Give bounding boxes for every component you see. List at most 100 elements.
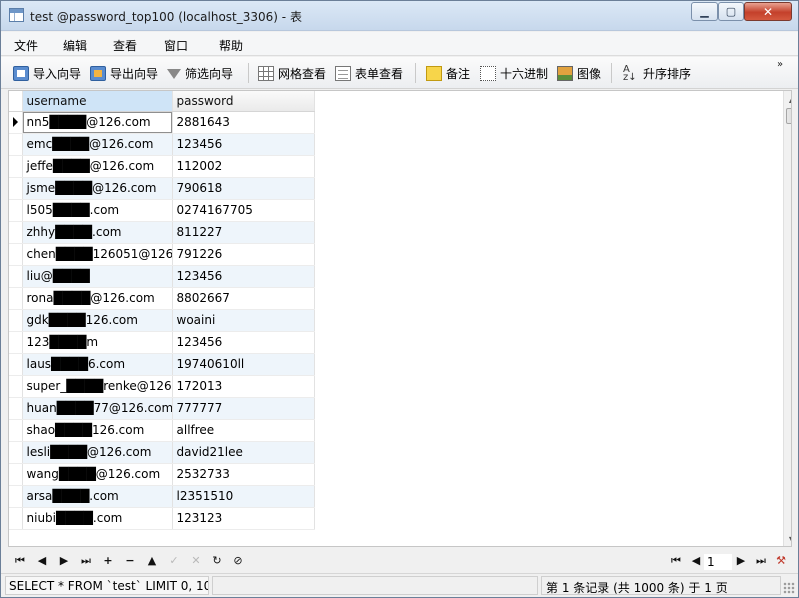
row-header[interactable] (9, 287, 23, 310)
cell-username[interactable]: laus████6.com (22, 353, 173, 376)
cell-password[interactable]: 790618 (172, 177, 315, 200)
table-row[interactable]: nn5████@126.com 2881643 (9, 111, 315, 134)
last-record-button[interactable]: ⏭ (79, 554, 93, 568)
form-view-button[interactable]: 表单查看 (335, 64, 403, 82)
table-row[interactable]: huan████77@126.com 777777 (9, 397, 315, 420)
menu-edit[interactable]: 编辑 (63, 37, 87, 54)
table-row[interactable]: liu@████ 123456 (9, 265, 315, 288)
cell-username[interactable]: jsme████@126.com (22, 177, 173, 200)
scroll-thumb[interactable] (786, 108, 791, 124)
cell-password[interactable]: 8802667 (172, 287, 315, 310)
table-row[interactable]: gdk████126.com woaini (9, 309, 315, 332)
import-wizard-button[interactable]: 导入向导 (13, 64, 81, 82)
cell-username[interactable]: huan████77@126.com (22, 397, 173, 420)
cell-password[interactable]: l2351510 (172, 485, 315, 508)
cell-username[interactable]: lesli████@126.com (22, 441, 173, 464)
cell-password[interactable]: david21lee (172, 441, 315, 464)
cell-username[interactable]: wang████@126.com (22, 463, 173, 486)
cell-username[interactable]: l505████.com (22, 199, 173, 222)
menu-window[interactable]: 窗口 (164, 37, 188, 54)
table-row[interactable]: chen████126051@126.c 791226 (9, 243, 315, 266)
toolbar-overflow-button[interactable]: » (777, 60, 783, 70)
cancel-changes-button[interactable]: ✕ (189, 554, 203, 568)
cell-password[interactable]: 172013 (172, 375, 315, 398)
table-row[interactable]: emc████@126.com 123456 (9, 133, 315, 156)
row-header[interactable] (9, 353, 23, 376)
row-header[interactable] (9, 507, 23, 530)
row-header[interactable] (9, 221, 23, 244)
edit-record-button[interactable]: ▲ (145, 554, 159, 568)
cell-username[interactable]: liu@████ (22, 265, 173, 288)
cell-password[interactable]: 0274167705 (172, 199, 315, 222)
row-header[interactable] (9, 375, 23, 398)
row-header[interactable] (9, 419, 23, 442)
cell-password[interactable]: 123456 (172, 133, 315, 156)
table-row[interactable]: jsme████@126.com 790618 (9, 177, 315, 200)
cell-username[interactable]: shao████126.com (22, 419, 173, 442)
cell-username[interactable]: rona████@126.com (22, 287, 173, 310)
scroll-down-arrow[interactable]: ▼ (784, 531, 791, 546)
image-button[interactable]: 图像 (557, 64, 601, 82)
cell-username[interactable]: 123████m (22, 331, 173, 354)
table-row[interactable]: lesli████@126.com david21lee (9, 441, 315, 464)
delete-record-button[interactable]: − (123, 554, 137, 568)
page-number-field[interactable]: 1 (704, 554, 732, 570)
cell-password[interactable]: woaini (172, 309, 315, 332)
column-header-password[interactable]: password (172, 91, 315, 112)
cell-password[interactable]: 112002 (172, 155, 315, 178)
cell-username[interactable]: zhhy████.com (22, 221, 173, 244)
cell-password[interactable]: allfree (172, 419, 315, 442)
row-header[interactable] (9, 265, 23, 288)
cell-username[interactable]: niubi████.com (22, 507, 173, 530)
memo-button[interactable]: 备注 (426, 64, 470, 82)
row-header[interactable] (9, 177, 23, 200)
add-record-button[interactable]: + (101, 554, 115, 568)
cell-password[interactable]: 123456 (172, 331, 315, 354)
row-header[interactable] (9, 463, 23, 486)
vertical-scrollbar[interactable]: ▲ ▼ (783, 91, 791, 546)
cell-username[interactable]: jeffe████@126.com (22, 155, 173, 178)
stop-button[interactable]: ⊘ (231, 554, 245, 568)
menu-help[interactable]: 帮助 (219, 37, 243, 54)
scroll-up-arrow[interactable]: ▲ (784, 91, 791, 108)
cell-password[interactable]: 811227 (172, 221, 315, 244)
column-header-username[interactable]: username (22, 91, 173, 112)
table-row[interactable]: zhhy████.com 811227 (9, 221, 315, 244)
cell-password[interactable]: 2532733 (172, 463, 315, 486)
table-row[interactable]: rona████@126.com 8802667 (9, 287, 315, 310)
maximize-button[interactable]: ▢ (718, 2, 744, 21)
first-page-button[interactable]: ⏮ (669, 554, 683, 568)
table-row[interactable]: arsa████.com l2351510 (9, 485, 315, 508)
cell-password[interactable]: 777777 (172, 397, 315, 420)
cell-password[interactable]: 19740610ll (172, 353, 315, 376)
first-record-button[interactable]: ⏮ (13, 554, 27, 568)
table-row[interactable]: super_████renke@126.c 172013 (9, 375, 315, 398)
row-header[interactable] (9, 133, 23, 156)
cell-username[interactable]: arsa████.com (22, 485, 173, 508)
apply-changes-button[interactable]: ✓ (167, 554, 181, 568)
previous-record-button[interactable]: ◀ (35, 554, 49, 568)
table-row[interactable]: niubi████.com 123123 (9, 507, 315, 530)
table-row[interactable]: 123████m 123456 (9, 331, 315, 354)
row-header[interactable] (9, 485, 23, 508)
row-header[interactable] (9, 199, 23, 222)
resize-grip-icon[interactable] (783, 582, 795, 594)
grid-view-button[interactable]: 网格查看 (258, 64, 326, 82)
settings-icon[interactable]: ⚒ (774, 554, 788, 568)
filter-wizard-button[interactable]: 筛选向导 (167, 64, 233, 82)
cell-password[interactable]: 791226 (172, 243, 315, 266)
last-page-button[interactable]: ⏭ (754, 554, 768, 568)
minimize-button[interactable]: ▁ (691, 2, 718, 21)
table-row[interactable]: laus████6.com 19740610ll (9, 353, 315, 376)
cell-username[interactable]: chen████126051@126.c (22, 243, 173, 266)
menu-file[interactable]: 文件 (14, 37, 38, 54)
row-header[interactable] (9, 243, 23, 266)
row-header[interactable] (9, 397, 23, 420)
row-header[interactable] (9, 111, 23, 134)
row-header[interactable] (9, 441, 23, 464)
table-row[interactable]: l505████.com 0274167705 (9, 199, 315, 222)
hex-button[interactable]: 十六进制 (480, 64, 548, 82)
row-header[interactable] (9, 331, 23, 354)
table-row[interactable]: wang████@126.com 2532733 (9, 463, 315, 486)
close-button[interactable]: ✕ (744, 2, 792, 21)
